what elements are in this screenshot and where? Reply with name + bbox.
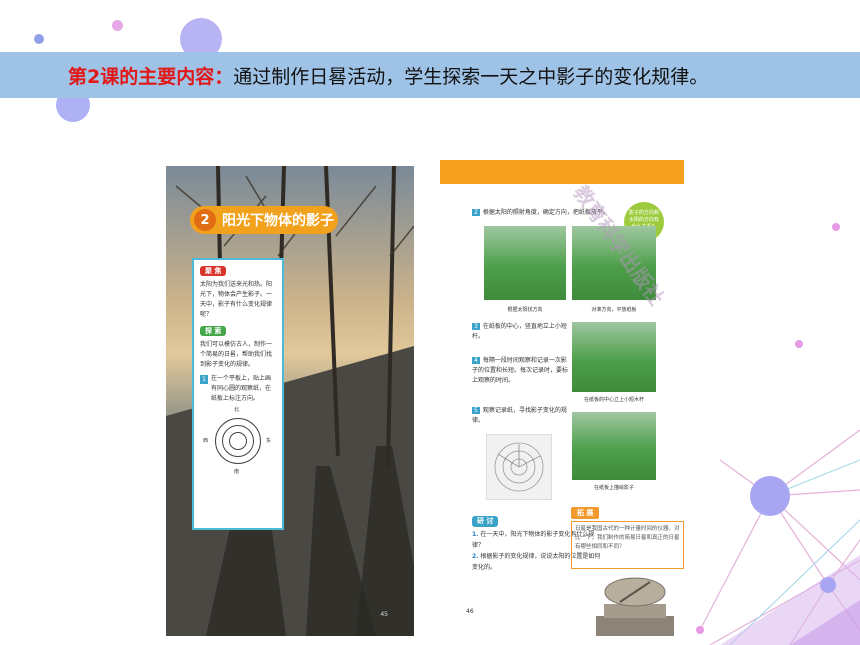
focus-tag: 聚 焦 — [200, 266, 227, 276]
concentric-circle-dial: 北 南 西 东 — [203, 407, 271, 475]
lesson-text-card: 聚 焦 太阳为我们送来光和热。阳光下，物体会产生影子。一天中，影子有什么变化规律… — [192, 258, 284, 530]
step-4: 4 每隔一段时间观察和记录一次影子的位置和长短。每次记录时，要标上观察的时间。 — [472, 356, 570, 386]
step-number: 3 — [472, 323, 480, 330]
decor-dot — [34, 34, 44, 44]
focus-text: 太阳为我们送来光和热。阳光下，物体会产生影子。一天中，影子有什么变化规律呢？ — [200, 281, 273, 318]
photo-caption: 对准方向，平放纸板 — [591, 307, 637, 313]
step-1: 1 在一个平板上，贴上画有同心圆的观察纸，在纸板上标注方向。 — [200, 374, 276, 404]
sundial-illustration — [596, 577, 674, 636]
step-text: 在纸板的中心，竖直地立上小短杆。 — [472, 323, 567, 340]
dial-north: 北 — [234, 407, 240, 413]
dial-south: 南 — [234, 469, 240, 475]
step-number: 2 — [472, 209, 480, 216]
explore-text: 我们可以模仿古人，制作一个简易的日晷，帮助我们找到影子变化的规律。 — [200, 341, 273, 368]
discuss-tag: 研 讨 — [472, 516, 499, 527]
decor-dot — [112, 20, 123, 31]
page-number-right: 46 — [466, 608, 474, 615]
photo-caption: 在纸板上描绘影子 — [593, 485, 634, 491]
step-number: 4 — [472, 357, 480, 364]
question-1-number: 1. — [472, 531, 479, 538]
banner-key-label: 第2课的主要内容： — [68, 65, 234, 88]
lesson-title-banner: 2 阳光下物体的影子 — [190, 206, 338, 234]
extend-text: 日晷是我国古代的一种计量时间的仪器。对比一下，我们制作的简易日晷和真正的日晷有哪… — [571, 521, 684, 569]
textbook-page-right: 2根据太阳的照射角度，确定方向，把纸板放平。 影子的方向和太阳的方向有什么关系？… — [440, 160, 684, 636]
step-text: 在一个平板上，贴上画有同心圆的观察纸，在纸板上标注方向。 — [211, 375, 272, 402]
header-banner: 第2课的主要内容：通过制作日晷活动，学生探索一天之中影子的变化规律。 — [0, 52, 860, 98]
shadow-record-sheet — [486, 434, 552, 500]
dial-east: 东 — [266, 438, 272, 444]
photo-trace-shadow — [572, 412, 656, 480]
lesson-number: 2 — [194, 209, 216, 231]
orange-header-stripe — [440, 160, 684, 184]
step-number: 1 — [200, 375, 208, 384]
textbook-page-left: 2 阳光下物体的影子 聚 焦 太阳为我们送来光和热。阳光下，物体会产生影子。一天… — [166, 166, 414, 636]
photo-stick-on-board — [572, 322, 656, 392]
step-5: 5 观察记录纸，寻找影子变化的规律。 — [472, 406, 570, 426]
lesson-title: 阳光下物体的影子 — [222, 213, 334, 229]
photo-children-find-direction — [484, 226, 566, 300]
banner-description: 通过制作日晷活动，学生探索一天之中影子的变化规律。 — [233, 65, 709, 88]
step-3: 3 在纸板的中心，竖直地立上小短杆。 — [472, 322, 570, 342]
step-number: 5 — [472, 407, 480, 414]
step-text: 每隔一段时间观察和记录一次影子的位置和长短。每次记录时，要标上观察的时间。 — [472, 357, 569, 384]
page-number-left: 45 — [380, 611, 388, 618]
explore-tag: 探 索 — [200, 326, 227, 336]
step-text: 观察记录纸，寻找影子变化的规律。 — [472, 407, 567, 424]
dial-west: 西 — [203, 438, 209, 444]
extend-tag: 拓 展 — [571, 507, 600, 519]
question-2-number: 2. — [472, 553, 479, 560]
banner-text: 第2课的主要内容：通过制作日晷活动，学生探索一天之中影子的变化规律。 — [68, 62, 708, 89]
photo-caption: 在纸板的中心立上小短木杆 — [583, 397, 644, 403]
photo-caption: 根据太阳找方向 — [507, 307, 543, 313]
